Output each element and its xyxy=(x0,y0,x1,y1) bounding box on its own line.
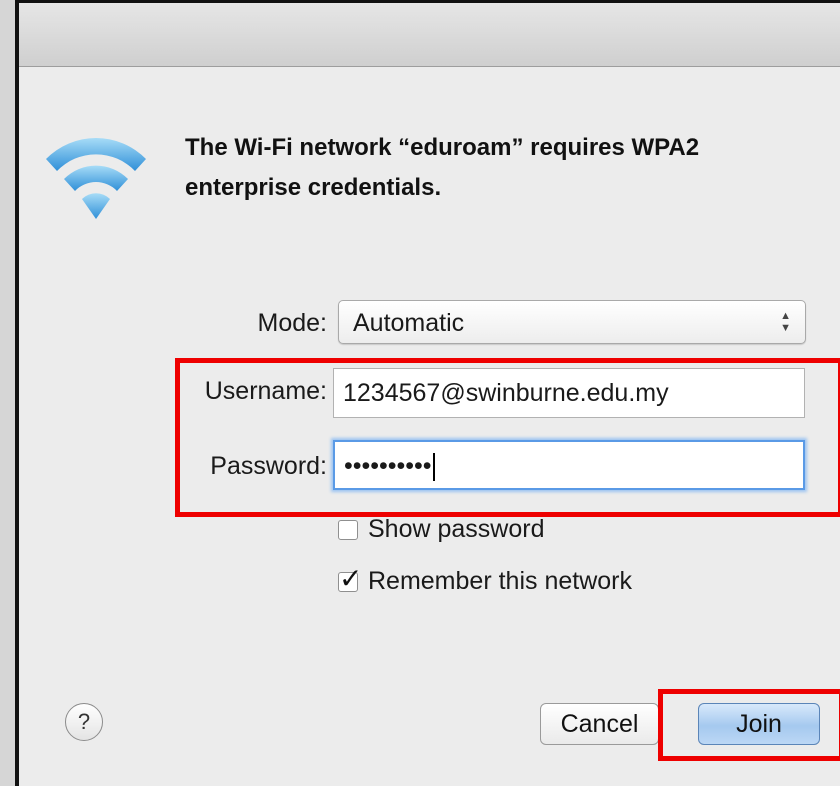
dialog-titlebar xyxy=(19,3,840,67)
help-button[interactable]: ? xyxy=(65,703,103,741)
message-line-2: enterprise credentials. xyxy=(185,174,442,201)
mode-label: Mode: xyxy=(257,309,327,337)
checkmark-icon: ✓ xyxy=(339,563,363,594)
updown-arrows-icon: ▲ ▼ xyxy=(780,310,791,334)
join-highlight-box xyxy=(658,689,840,761)
credentials-highlight-box xyxy=(175,358,840,517)
question-mark-icon: ? xyxy=(77,709,91,734)
remember-network-checkbox[interactable]: ✓ xyxy=(338,564,362,594)
dialog-message: The Wi-Fi network “eduroam” requires WPA… xyxy=(185,128,805,208)
remember-network-label: Remember this network xyxy=(368,567,632,595)
show-password-label: Show password xyxy=(368,515,545,543)
mode-selected-value: Automatic xyxy=(353,309,465,337)
wifi-credentials-dialog: The Wi-Fi network “eduroam” requires WPA… xyxy=(15,0,840,786)
show-password-checkbox[interactable] xyxy=(338,520,358,540)
wifi-icon xyxy=(46,137,146,219)
message-line-1: The Wi-Fi network “eduroam” requires WPA… xyxy=(185,134,700,161)
cancel-button[interactable]: Cancel xyxy=(540,703,659,745)
mode-select[interactable]: Automatic ▲ ▼ xyxy=(338,300,806,344)
